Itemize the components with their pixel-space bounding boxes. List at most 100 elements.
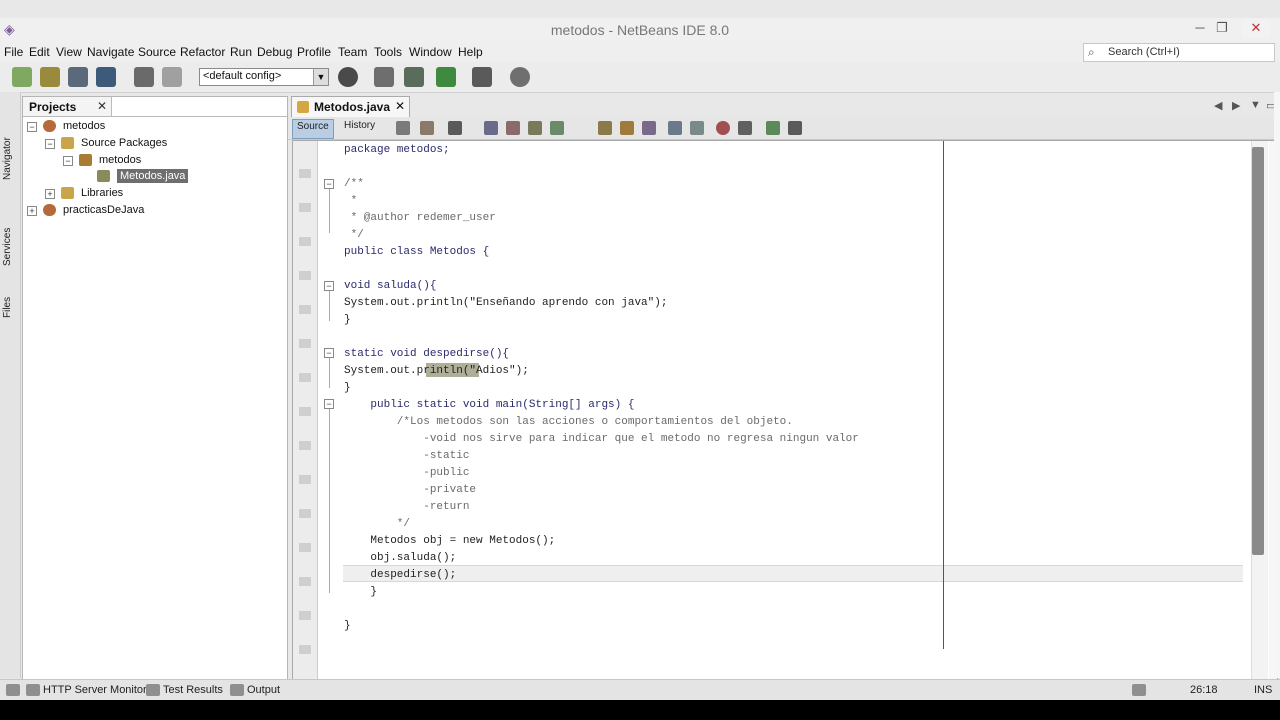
- projects-panel: Projects ✕ − metodos − Source Packages −…: [22, 96, 288, 680]
- menu-tools[interactable]: Tools: [374, 45, 402, 59]
- expand-icon[interactable]: +: [45, 189, 55, 199]
- code-line: */: [344, 518, 411, 530]
- close-button[interactable]: ✕: [1242, 20, 1270, 38]
- profile-icon[interactable]: [510, 67, 530, 87]
- config-combo[interactable]: <default config> ▼: [199, 68, 329, 86]
- search-icon: ⌕: [1088, 45, 1095, 59]
- menu-debug[interactable]: Debug: [257, 45, 292, 59]
- java-file-icon: [297, 101, 309, 113]
- find-icon[interactable]: [484, 121, 498, 135]
- new-file-icon[interactable]: [12, 67, 32, 87]
- collapse-icon[interactable]: −: [27, 122, 37, 132]
- collapse-icon[interactable]: −: [63, 156, 73, 166]
- libraries-icon: [61, 187, 74, 199]
- toggle-bookmark-icon[interactable]: [598, 121, 612, 135]
- redo-icon[interactable]: [162, 67, 182, 87]
- last-edit-icon[interactable]: [448, 121, 462, 135]
- code-line: obj.saluda();: [344, 552, 457, 564]
- uncomment-icon[interactable]: [788, 121, 802, 135]
- vertical-scrollbar[interactable]: [1251, 141, 1268, 679]
- scrollbar-thumb[interactable]: [1252, 147, 1264, 555]
- previous-bookmark-icon[interactable]: [620, 121, 634, 135]
- back-icon[interactable]: [396, 121, 410, 135]
- code-editor[interactable]: − − − − package metodos; /** * * @author…: [292, 140, 1278, 680]
- window-title: metodos - NetBeans IDE 8.0: [550, 22, 730, 38]
- menu-team[interactable]: Team: [338, 45, 367, 59]
- status-test-results[interactable]: Test Results: [163, 684, 223, 696]
- menu-edit[interactable]: Edit: [29, 45, 50, 59]
- package-icon: [79, 154, 92, 166]
- code-line: * @author redemer_user: [344, 212, 496, 224]
- code-text: package metodos; /** * * @author redemer…: [293, 141, 1277, 679]
- menu-window[interactable]: Window: [409, 45, 452, 59]
- menu-navigate[interactable]: Navigate: [87, 45, 134, 59]
- next-bookmark-icon[interactable]: [642, 121, 656, 135]
- show-opened-documents-icon[interactable]: ▼: [1250, 99, 1261, 111]
- tree-label: metodos: [99, 154, 142, 166]
- code-line: -void nos sirve para indicar que el meto…: [344, 433, 859, 445]
- search-input[interactable]: ⌕ Search (Ctrl+I): [1083, 43, 1275, 62]
- code-line: static void despedirse(){: [344, 348, 510, 360]
- menu-view[interactable]: View: [56, 45, 82, 59]
- screen-bottom-border: [0, 700, 1280, 720]
- indexing-icon: [1132, 684, 1146, 696]
- close-icon[interactable]: ✕: [97, 99, 107, 113]
- project-icon: [43, 120, 56, 132]
- clean-build-icon[interactable]: [404, 67, 424, 87]
- open-project-icon[interactable]: [68, 67, 88, 87]
- collapse-icon[interactable]: −: [45, 139, 55, 149]
- comment-icon[interactable]: [766, 121, 780, 135]
- tab-metodos-java[interactable]: Metodos.java ✕: [291, 96, 410, 117]
- project-icon: [43, 204, 56, 216]
- side-tab-files[interactable]: Files: [2, 290, 18, 318]
- code-line: despedirse();: [344, 569, 457, 581]
- build-gear-icon[interactable]: [338, 67, 358, 87]
- source-view-button[interactable]: Source: [292, 119, 334, 139]
- save-all-icon[interactable]: [96, 67, 116, 87]
- undo-icon[interactable]: [134, 67, 154, 87]
- java-file-icon: [97, 170, 110, 182]
- code-line: /**: [344, 178, 364, 190]
- menu-help[interactable]: Help: [458, 45, 483, 59]
- toggle-highlight-icon[interactable]: [550, 121, 564, 135]
- side-tab-navigator[interactable]: Navigator: [2, 118, 18, 180]
- tab-projects[interactable]: Projects ✕: [23, 97, 112, 117]
- tree-label: metodos: [63, 120, 106, 132]
- menu-source[interactable]: Source: [138, 45, 176, 59]
- tree-label: Libraries: [81, 187, 124, 199]
- maximize-button[interactable]: ❐: [1208, 20, 1236, 38]
- notifications-icon[interactable]: [6, 684, 20, 696]
- status-bar: HTTP Server Monitor Test Results Output …: [0, 679, 1280, 701]
- find-next-icon[interactable]: [528, 121, 542, 135]
- window-right-edge: [1274, 92, 1280, 678]
- side-tab-strip: Navigator Services Files: [0, 92, 21, 678]
- side-tab-services[interactable]: Services: [2, 216, 18, 266]
- code-line: Metodos obj = new Metodos();: [344, 535, 556, 547]
- shift-right-icon[interactable]: [690, 121, 704, 135]
- code-line: }: [344, 620, 351, 632]
- search-placeholder: Search (Ctrl+I): [1108, 46, 1180, 58]
- hammer-icon[interactable]: [374, 67, 394, 87]
- cursor-position: 26:18: [1190, 684, 1218, 696]
- stop-macro-icon[interactable]: [738, 121, 752, 135]
- menu-file[interactable]: File: [4, 45, 23, 59]
- expand-icon[interactable]: +: [27, 206, 37, 216]
- find-previous-icon[interactable]: [506, 121, 520, 135]
- close-icon[interactable]: ✕: [395, 99, 405, 113]
- history-view-button[interactable]: History: [340, 119, 379, 137]
- shift-left-icon[interactable]: [668, 121, 682, 135]
- new-project-icon[interactable]: [40, 67, 60, 87]
- menu-refactor[interactable]: Refactor: [180, 45, 225, 59]
- status-output[interactable]: Output: [247, 684, 280, 696]
- run-icon[interactable]: [436, 67, 456, 87]
- scroll-left-icon[interactable]: ◀: [1214, 99, 1222, 112]
- menu-run[interactable]: Run: [230, 45, 252, 59]
- tree-label: Metodos.java: [117, 169, 189, 183]
- scroll-right-icon[interactable]: ▶: [1232, 99, 1240, 112]
- menu-profile[interactable]: Profile: [297, 45, 331, 59]
- test-results-icon: [146, 684, 160, 696]
- forward-icon[interactable]: [420, 121, 434, 135]
- start-macro-icon[interactable]: [716, 121, 730, 135]
- status-http-server-monitor[interactable]: HTTP Server Monitor: [43, 684, 147, 696]
- debug-icon[interactable]: [472, 67, 492, 87]
